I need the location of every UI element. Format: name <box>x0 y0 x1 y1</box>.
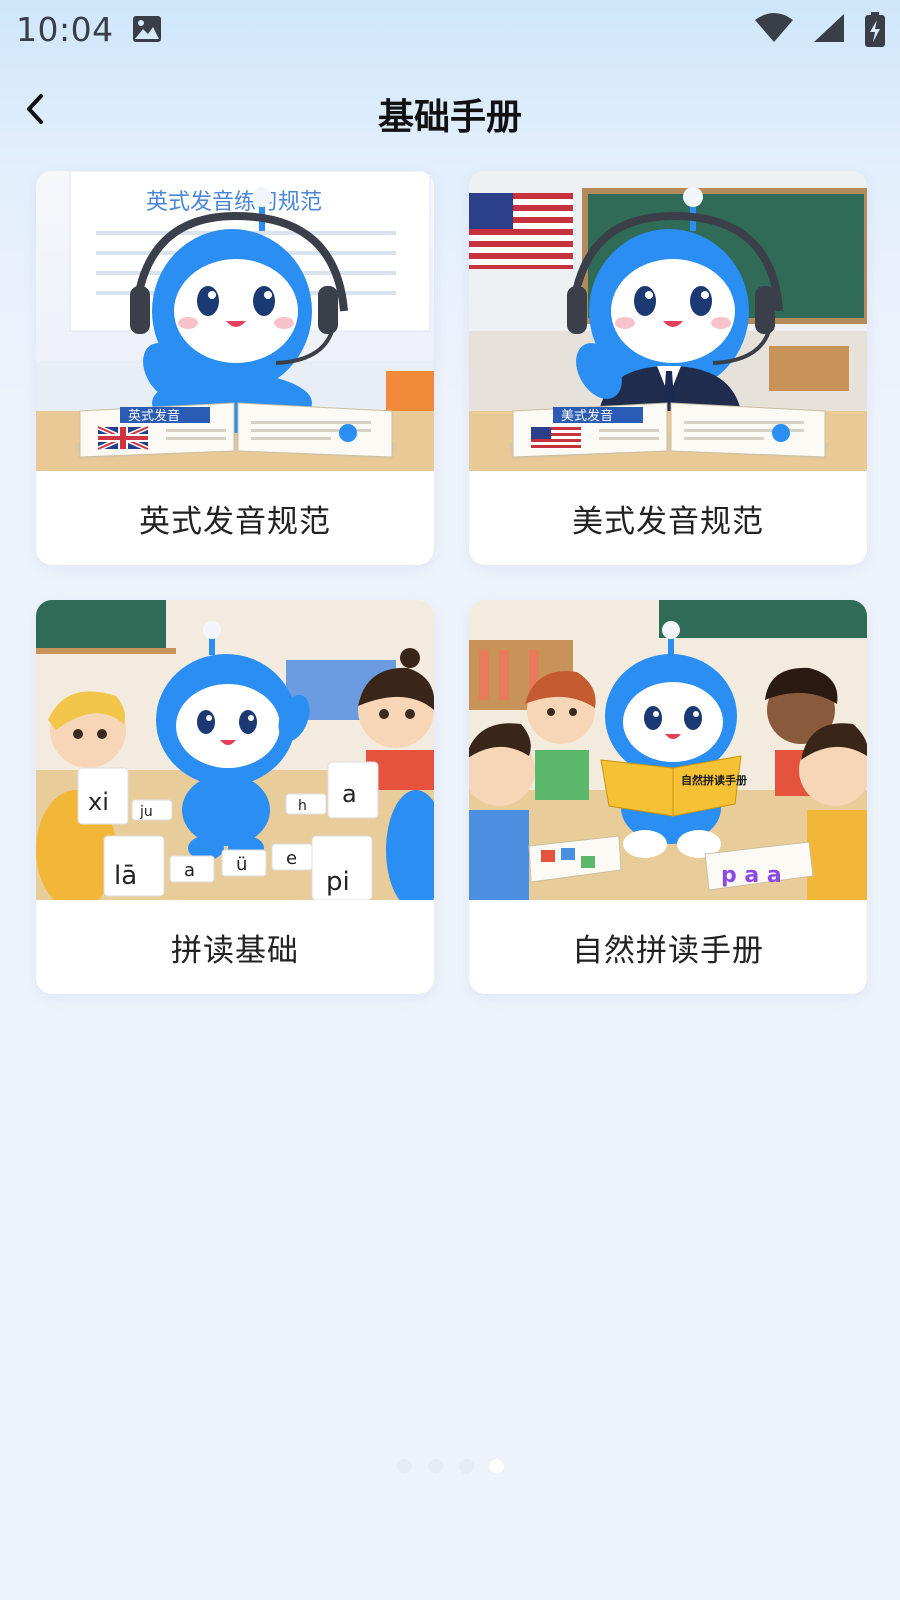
card-phonics-handbook[interactable]: 自然拼读手册 p a a 自然拼读手册 <box>469 600 867 994</box>
pinyin-card-text: a <box>342 780 357 808</box>
card-image: 自然拼读手册 p a a <box>469 600 867 900</box>
book-title-text: 英式发音 <box>128 408 180 424</box>
page-title: 基础手册 <box>377 97 522 138</box>
page-dot[interactable] <box>397 1459 412 1474</box>
page-indicator <box>0 1459 900 1475</box>
us-flag-icon <box>469 193 573 269</box>
pinyin-card-text: a <box>184 860 195 881</box>
pinyin-card-text: pi <box>326 867 350 897</box>
pinyin-card-text: ü <box>236 854 247 875</box>
pinyin-card-text: ju <box>139 804 153 820</box>
card-american-pronunciation[interactable]: 美式发音 美式发音规范 <box>469 171 867 565</box>
book-letters-text: p a a <box>721 863 782 888</box>
page-dot[interactable] <box>459 1459 474 1474</box>
pinyin-card-text: h <box>298 798 307 814</box>
card-label: 自然拼读手册 <box>572 932 764 969</box>
header: 基础手册 <box>0 62 900 154</box>
pinyin-card-text: e <box>286 848 297 869</box>
card-british-pronunciation[interactable]: 英式发音练习规范 英式发音 英式发音规范 <box>36 171 434 565</box>
card-label: 拼读基础 <box>171 932 299 969</box>
card-image: 英式发音练习规范 英式发音 <box>36 171 434 471</box>
card-image: 美式发音 <box>469 171 867 471</box>
card-label: 英式发音规范 <box>139 503 331 540</box>
card-label: 美式发音规范 <box>572 503 764 540</box>
pinyin-card-text: lā <box>114 861 137 891</box>
book-title-text: 美式发音 <box>561 408 613 424</box>
page-dot-active[interactable] <box>489 1459 504 1474</box>
pinyin-card-text: xi <box>88 788 109 816</box>
book-title-text: 自然拼读手册 <box>681 773 747 787</box>
poster-title-text: 英式发音练习规范 <box>146 190 322 215</box>
status-time: 10:04 <box>16 10 114 49</box>
card-pinyin-basics[interactable]: xi ju h a lā a ü e pi 拼读基础 <box>36 600 434 994</box>
page-dot[interactable] <box>428 1459 443 1474</box>
card-image: xi ju h a lā a ü e pi <box>36 600 434 900</box>
image-icon <box>132 15 162 43</box>
status-bar: 10:04 <box>0 0 900 62</box>
